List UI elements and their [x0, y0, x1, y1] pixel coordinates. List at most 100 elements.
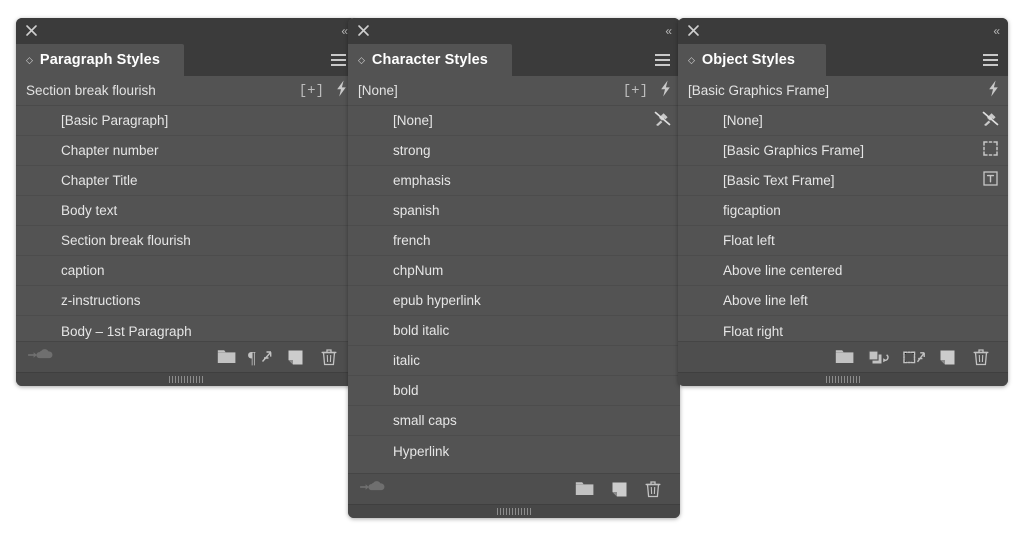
list-item[interactable]: [Basic Text Frame]: [678, 166, 1008, 196]
tab-diamond-icon: ◇: [358, 54, 365, 65]
list-item[interactable]: strong: [348, 136, 680, 166]
style-name: Chapter number: [61, 143, 159, 158]
new-style-plus-icon[interactable]: [+]: [623, 84, 648, 98]
panel-character-styles: « ◇ Character Styles [None] [+] [None] strong e…: [348, 18, 680, 518]
load-styles-cloud-icon[interactable]: [27, 347, 54, 368]
new-style-group-folder-button[interactable]: [828, 349, 862, 365]
style-name: epub hyperlink: [393, 293, 481, 308]
list-item[interactable]: bold italic: [348, 316, 680, 346]
new-style-group-folder-button[interactable]: [210, 349, 244, 365]
style-name: bold italic: [393, 323, 450, 338]
list-item[interactable]: Chapter number: [16, 136, 356, 166]
current-style-row[interactable]: [Basic Graphics Frame]: [678, 76, 1008, 106]
panel-footer-buttons: ¶: [210, 348, 346, 366]
list-item[interactable]: Float left: [678, 226, 1008, 256]
panel-footer-toolbar: [348, 473, 680, 504]
list-item[interactable]: emphasis: [348, 166, 680, 196]
current-style-icons: [+]: [623, 80, 672, 102]
current-style-icons: [+]: [299, 80, 348, 102]
panel-resize-grip[interactable]: [678, 372, 1008, 386]
current-style-row[interactable]: [None] [+]: [348, 76, 680, 106]
panel-menu-icon[interactable]: [331, 54, 346, 66]
panel-footer-buttons: [568, 480, 670, 498]
clear-overrides-not-defined-button[interactable]: [862, 349, 896, 366]
collapse-double-chevron-icon[interactable]: «: [993, 25, 1000, 37]
tab-label: Paragraph Styles: [39, 52, 160, 68]
list-item[interactable]: chpNum: [348, 256, 680, 286]
delete-style-trash-button[interactable]: [312, 348, 346, 366]
grip-lines-icon: [169, 376, 203, 383]
close-icon[interactable]: [357, 24, 371, 38]
style-name: Hyperlink: [393, 443, 450, 459]
delete-style-trash-button[interactable]: [964, 348, 998, 366]
current-style-row[interactable]: Section break flourish [+]: [16, 76, 356, 106]
close-icon[interactable]: [687, 24, 701, 38]
clear-overrides-pilcrow-button[interactable]: ¶: [244, 349, 278, 366]
svg-text:¶: ¶: [248, 349, 256, 366]
list-item[interactable]: bold: [348, 376, 680, 406]
style-name: figcaption: [723, 203, 781, 218]
new-style-group-folder-button[interactable]: [568, 481, 602, 497]
list-item[interactable]: Above line left: [678, 286, 1008, 316]
tab-paragraph-styles[interactable]: ◇ Paragraph Styles: [16, 44, 184, 76]
load-styles-cloud-icon[interactable]: [359, 479, 386, 500]
delete-style-trash-button[interactable]: [636, 480, 670, 498]
style-name: spanish: [393, 203, 440, 218]
collapse-double-chevron-icon[interactable]: «: [665, 25, 672, 37]
list-item[interactable]: figcaption: [678, 196, 1008, 226]
list-item[interactable]: z-instructions: [16, 286, 356, 316]
style-name: Section break flourish: [61, 233, 191, 248]
list-item[interactable]: Chapter Title: [16, 166, 356, 196]
list-item[interactable]: [None]: [348, 106, 680, 136]
clear-overrides-bolt-icon[interactable]: [335, 80, 348, 102]
panel-paragraph-styles: « ◇ Paragraph Styles Section break flourish…: [16, 18, 356, 386]
list-item[interactable]: italic: [348, 346, 680, 376]
style-name: z-instructions: [61, 293, 141, 308]
style-name: small caps: [393, 413, 457, 428]
grip-lines-icon: [497, 508, 531, 515]
panel-menu-icon[interactable]: [983, 54, 998, 66]
list-item[interactable]: epub hyperlink: [348, 286, 680, 316]
list-item[interactable]: Section break flourish: [16, 226, 356, 256]
tab-strip: ◇ Character Styles: [348, 44, 680, 76]
list-item[interactable]: Above line centered: [678, 256, 1008, 286]
close-icon[interactable]: [25, 24, 39, 38]
panel-resize-grip[interactable]: [16, 372, 356, 386]
clear-attributes-brush-icon: [654, 110, 671, 132]
tab-character-styles[interactable]: ◇ Character Styles: [348, 44, 512, 76]
style-name: Chapter Title: [61, 173, 138, 188]
clear-attributes-not-defined-button[interactable]: [896, 349, 930, 366]
style-list: [Basic Paragraph] Chapter number Chapter T…: [16, 106, 356, 341]
list-item[interactable]: french: [348, 226, 680, 256]
panel-footer-toolbar: ¶: [16, 341, 356, 372]
list-item[interactable]: [Basic Paragraph]: [16, 106, 356, 136]
new-style-plus-icon[interactable]: [+]: [299, 84, 324, 98]
current-style-icons: [987, 80, 1000, 102]
list-item[interactable]: Body text: [16, 196, 356, 226]
graphics-frame-icon: [982, 140, 999, 162]
style-name: [Basic Graphics Frame]: [723, 143, 865, 158]
list-item[interactable]: caption: [16, 256, 356, 286]
new-style-button[interactable]: [278, 349, 312, 366]
new-style-button[interactable]: [602, 481, 636, 498]
collapse-double-chevron-icon[interactable]: «: [341, 25, 348, 37]
tab-label: Object Styles: [701, 52, 796, 68]
panels-stage: « ◇ Paragraph Styles Section break flourish…: [0, 0, 1024, 537]
list-item[interactable]: [None]: [678, 106, 1008, 136]
list-item[interactable]: Hyperlink: [348, 436, 680, 466]
clear-overrides-bolt-icon[interactable]: [659, 80, 672, 102]
panel-resize-grip[interactable]: [348, 504, 680, 518]
panel-menu-icon[interactable]: [655, 54, 670, 66]
tab-object-styles[interactable]: ◇ Object Styles: [678, 44, 826, 76]
new-style-button[interactable]: [930, 349, 964, 366]
list-item[interactable]: Float right: [678, 316, 1008, 341]
clear-overrides-bolt-icon[interactable]: [987, 80, 1000, 102]
list-item[interactable]: [Basic Graphics Frame]: [678, 136, 1008, 166]
style-name: Above line centered: [723, 263, 843, 278]
tab-diamond-icon: ◇: [688, 54, 695, 65]
clear-attributes-brush-icon: [982, 110, 999, 132]
list-item[interactable]: Body – 1st Paragraph: [16, 316, 356, 341]
list-item[interactable]: spanish: [348, 196, 680, 226]
style-name: Body text: [61, 203, 118, 218]
list-item[interactable]: small caps: [348, 406, 680, 436]
